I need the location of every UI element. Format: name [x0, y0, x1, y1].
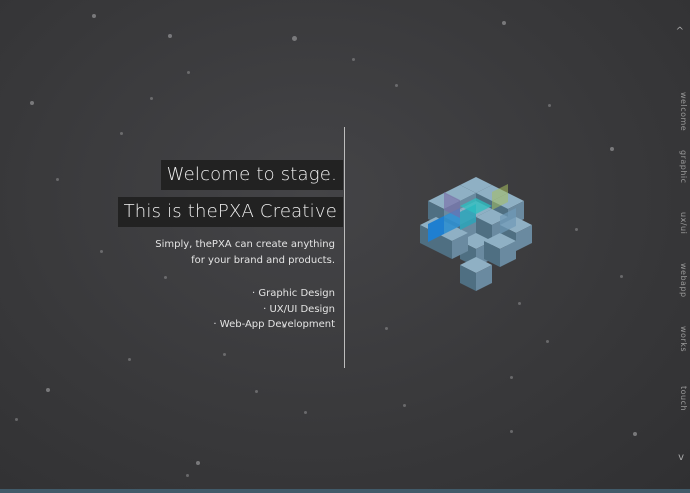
service-item-ux-ui-design: · UX/UI Design [263, 303, 335, 315]
star-dot [186, 474, 189, 477]
hero-intro: Simply, thePXA can create anything for y… [155, 237, 335, 269]
star-dot [120, 132, 123, 135]
services-list: · Graphic Design · UX/UI Design · Web-Ap… [213, 286, 335, 333]
nav-up-arrow-icon[interactable]: ^ [676, 26, 684, 37]
bottom-accent-bar [0, 489, 690, 493]
star-dot [385, 327, 388, 330]
nav-item-touch[interactable]: touch [674, 386, 688, 411]
star-dot [56, 178, 59, 181]
star-dot [546, 340, 549, 343]
hero-title-line-2: This is thePXA Creative [117, 197, 343, 227]
star-dot [548, 104, 551, 107]
star-dot [100, 250, 103, 253]
star-dot [164, 276, 167, 279]
nav-item-graphic[interactable]: graphic [674, 150, 688, 184]
star-dot [128, 358, 131, 361]
star-dot [196, 461, 200, 465]
star-dot [92, 14, 96, 18]
star-dot [223, 353, 226, 356]
star-dot [510, 430, 513, 433]
nav-down-arrow-icon[interactable]: v [678, 452, 684, 463]
page-background [0, 0, 690, 493]
service-item-web-app-development: · Web-App Development [213, 319, 335, 330]
nav-item-works[interactable]: works [674, 326, 688, 352]
star-dot [352, 58, 355, 61]
star-dot [168, 34, 172, 38]
star-dot [610, 147, 614, 151]
star-dot [502, 21, 506, 25]
star-dot [292, 36, 297, 41]
star-dot [255, 390, 258, 393]
star-dot [633, 432, 637, 436]
vertical-divider [344, 127, 345, 368]
hero-title-line-1: Welcome to stage. [160, 160, 343, 190]
star-dot [575, 228, 578, 231]
star-dot [150, 97, 153, 100]
nav-item-ux-ui[interactable]: ux/ui [674, 212, 688, 234]
star-dot [46, 388, 50, 392]
nav-item-welcome[interactable]: welcome [674, 92, 688, 131]
star-dot [620, 275, 623, 278]
intro-line-2: for your brand and products. [191, 255, 335, 266]
star-dot [15, 418, 18, 421]
star-dot [510, 376, 513, 379]
cube-cluster-logo: .top { fill:#8fb0c4; } .left { fill:#4f6… [420, 177, 532, 291]
star-dot [395, 84, 398, 87]
intro-line-1: Simply, thePXA can create anything [155, 239, 335, 250]
nav-item-webapp[interactable]: webapp [674, 263, 688, 298]
section-side-nav: ^ welcome graphic ux/ui webapp works tou… [670, 0, 690, 493]
star-dot [30, 101, 34, 105]
star-dot [187, 71, 190, 74]
service-item-graphic-design: · Graphic Design [251, 288, 335, 299]
star-dot [304, 411, 307, 414]
star-dot [518, 302, 521, 305]
star-dot [403, 404, 406, 407]
